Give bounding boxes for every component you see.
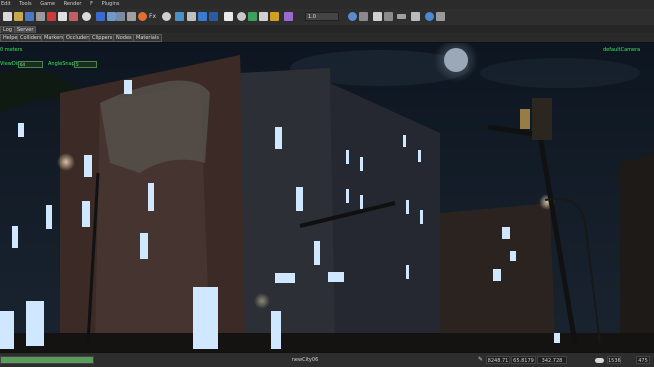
- material-icon[interactable]: [384, 12, 393, 21]
- cloud-icon: [595, 358, 604, 363]
- angle-snap-input[interactable]: 5: [74, 61, 97, 68]
- save-icon[interactable]: [25, 12, 34, 21]
- coord-x: 8248.71: [486, 356, 510, 364]
- status-bar: newCity06 ✎ 8248.71 65.8179 342.728 1536…: [0, 352, 654, 367]
- settings-icon[interactable]: [237, 12, 246, 21]
- menu-bar: Edit Tools Game Render F Plugins: [0, 0, 654, 9]
- fps-counter: 1536: [607, 356, 621, 364]
- pencil-icon[interactable]: ✎: [478, 356, 483, 364]
- new-icon[interactable]: [3, 12, 12, 21]
- snap-icon[interactable]: [107, 12, 116, 21]
- vegetation-icon[interactable]: [175, 12, 184, 21]
- particle-icon[interactable]: [270, 12, 279, 21]
- physics-icon[interactable]: [248, 12, 257, 21]
- water-icon[interactable]: [162, 12, 171, 21]
- menu-f[interactable]: F: [90, 1, 93, 7]
- grid-icon[interactable]: [116, 12, 125, 21]
- rotate-icon[interactable]: [82, 12, 91, 21]
- view-dist-input[interactable]: 64: [18, 61, 43, 68]
- tab-clippers[interactable]: Clippers: [89, 34, 116, 42]
- display-icon[interactable]: [397, 14, 406, 19]
- load-progress-fill: [1, 357, 93, 363]
- zoom-select[interactable]: 1.0: [305, 12, 339, 21]
- terrain-icon[interactable]: [138, 12, 147, 21]
- tab-row-log: Log Server: [0, 25, 654, 34]
- tab-nodes[interactable]: Nodes: [113, 34, 135, 42]
- menu-render[interactable]: Render: [64, 1, 82, 7]
- undo-icon[interactable]: [36, 12, 45, 21]
- select-icon[interactable]: [58, 12, 67, 21]
- filter-tab-row: Helpers Colliders Markers Occluders Clip…: [0, 33, 654, 43]
- redo-icon[interactable]: [47, 12, 56, 21]
- layer-icon[interactable]: [259, 12, 268, 21]
- image-icon[interactable]: [284, 12, 293, 21]
- object-count: 475: [636, 356, 650, 364]
- play-icon[interactable]: [425, 12, 434, 21]
- refresh-icon[interactable]: [359, 12, 368, 21]
- menu-game[interactable]: Game: [40, 1, 55, 7]
- move-icon[interactable]: [69, 12, 78, 21]
- help-icon[interactable]: [436, 12, 445, 21]
- camera-name-label: defaultCamera: [603, 47, 641, 53]
- light-icon[interactable]: [127, 12, 136, 21]
- open-icon[interactable]: [14, 12, 23, 21]
- city-night-scene: [0, 43, 654, 352]
- scene-name: newCity06: [291, 357, 319, 363]
- angle-snap-label: AngleSnap: [48, 61, 75, 67]
- coord-y: 65.8179: [511, 356, 536, 364]
- prefab-icon[interactable]: [209, 12, 218, 21]
- camera-icon[interactable]: [187, 12, 196, 21]
- scene-viewport[interactable]: 0 meters defaultCamera ViewDist 64 Angle…: [0, 43, 654, 352]
- load-progress-bar: [0, 356, 94, 364]
- tab-materials[interactable]: Materials: [133, 34, 162, 42]
- grid-menu-icon[interactable]: [373, 12, 382, 21]
- distance-label: 0 meters: [0, 47, 23, 53]
- menu-tools[interactable]: Tools: [19, 1, 31, 7]
- menu-plugins[interactable]: Plugins: [102, 1, 120, 7]
- sound-icon[interactable]: [411, 12, 420, 21]
- text-icon[interactable]: [224, 12, 233, 21]
- scale-icon[interactable]: [96, 12, 105, 21]
- fx-icon[interactable]: Fx: [149, 12, 156, 21]
- script-icon[interactable]: [198, 12, 207, 21]
- coord-z: 342.728: [537, 356, 567, 364]
- undo-arrow-icon[interactable]: [348, 12, 357, 21]
- menu-edit[interactable]: Edit: [1, 1, 11, 7]
- main-toolbar: Fx 1.0 1000000: [0, 9, 654, 43]
